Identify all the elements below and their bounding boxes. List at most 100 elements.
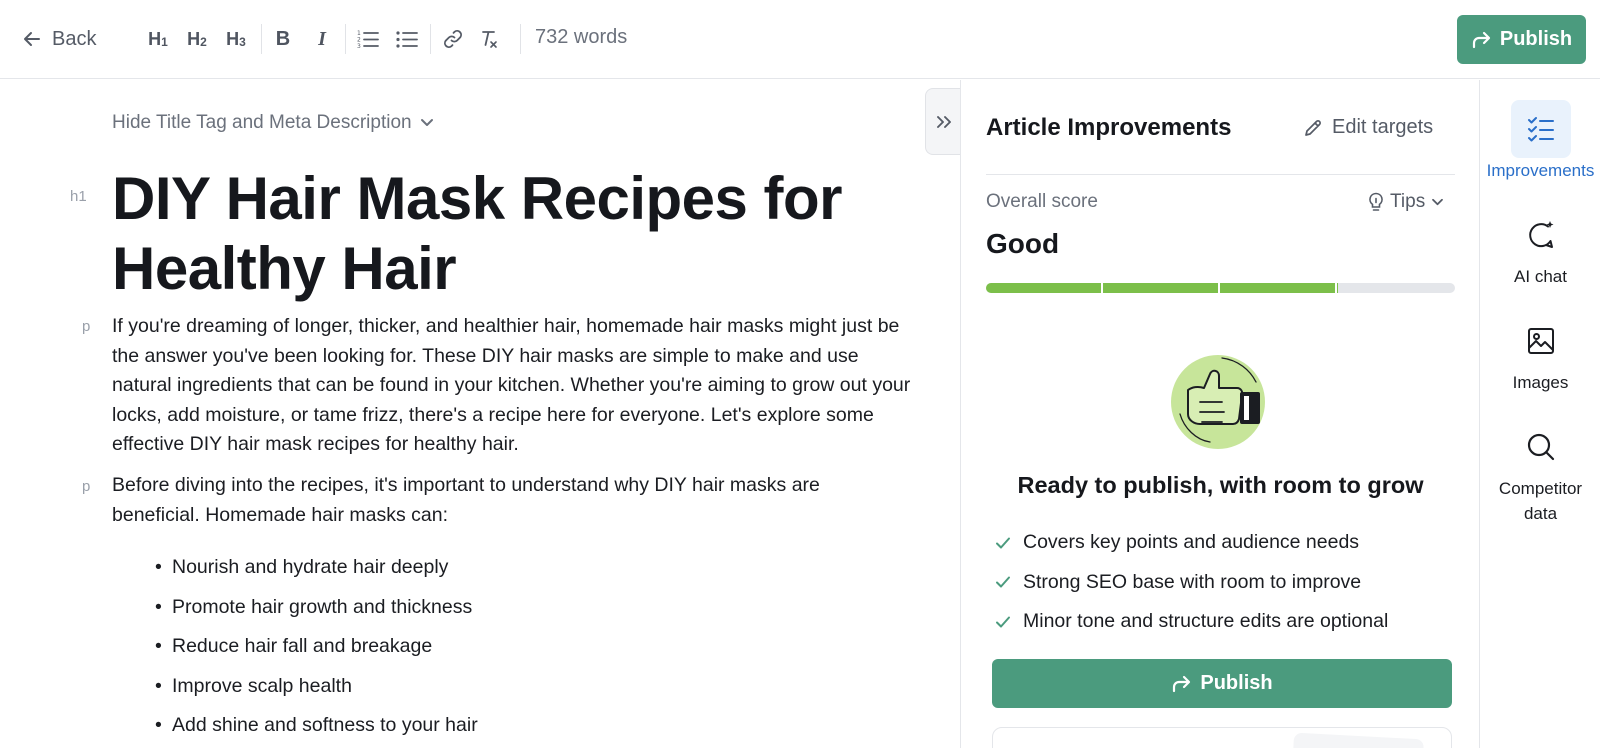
article-title[interactable]: DIY Hair Mask Recipes for Healthy Hair xyxy=(112,164,892,304)
bullet-list-button[interactable] xyxy=(390,24,424,54)
pencil-icon xyxy=(1305,119,1321,136)
checklist-text: Covers key points and audience needs xyxy=(1023,531,1360,554)
edit-targets-label: Edit targets xyxy=(1332,116,1434,138)
thumbs-up-illustration xyxy=(1171,355,1265,449)
score-progress-fill xyxy=(986,283,1338,293)
rail-item-competitor-data[interactable]: Competitor data xyxy=(1480,418,1600,526)
heading-1-label: H xyxy=(148,28,162,49)
edit-targets-button[interactable]: Edit targets xyxy=(1303,116,1433,139)
rail-label: AI chat xyxy=(1514,267,1567,286)
side-rail: Improvements AI chat Images Competitor d… xyxy=(1479,80,1600,748)
double-chevron-right-icon xyxy=(936,115,951,128)
heading-1-button[interactable]: H1 xyxy=(141,24,175,54)
heading-1-sub: 1 xyxy=(161,35,168,49)
collapse-panel-button[interactable] xyxy=(925,88,961,155)
panel-publish-button[interactable]: Publish xyxy=(992,659,1452,708)
heading-3-sub: 3 xyxy=(239,35,246,49)
panel-divider xyxy=(986,174,1455,175)
italic-button[interactable]: I xyxy=(305,24,339,54)
block-tag-h1: h1 xyxy=(70,188,87,205)
svg-text:3: 3 xyxy=(357,43,361,49)
link-icon xyxy=(444,30,462,48)
rail-label: Images xyxy=(1512,373,1569,392)
checklist-icon xyxy=(1527,117,1554,142)
heading-2-label: H xyxy=(187,28,201,49)
rail-item-improvements[interactable]: Improvements xyxy=(1480,100,1600,183)
list-item[interactable]: Nourish and hydrate hair deeply xyxy=(155,553,478,593)
bold-button[interactable]: B xyxy=(266,24,300,54)
block-tag-p: p xyxy=(82,478,91,495)
heading-3-label: H xyxy=(226,28,240,49)
rail-item-ai-chat[interactable]: AI chat xyxy=(1480,206,1600,289)
ready-to-publish-heading: Ready to publish, with room to grow xyxy=(1017,472,1424,498)
ordered-list-icon: 123 xyxy=(357,30,379,49)
share-arrow-icon xyxy=(1472,31,1490,48)
panel-title: Article Improvements xyxy=(986,114,1232,141)
image-icon xyxy=(1527,328,1554,354)
heading-2-button[interactable]: H2 xyxy=(180,24,214,54)
next-card xyxy=(992,727,1452,748)
score-segment-divider xyxy=(1218,283,1220,293)
toolbar-divider xyxy=(520,24,521,54)
arrow-left-icon xyxy=(24,32,40,46)
rail-label: data xyxy=(1523,504,1558,523)
checklist-item: Minor tone and structure edits are optio… xyxy=(995,602,1388,642)
back-label: Back xyxy=(52,27,97,50)
paragraph-intro[interactable]: If you're dreaming of longer, thicker, a… xyxy=(112,312,912,460)
paragraph-benefits[interactable]: Before diving into the recipes, it's imp… xyxy=(112,471,912,530)
editor-toolbar: Back H1 H2 H3 B I 123 732 words Publish xyxy=(0,0,1600,79)
toolbar-divider xyxy=(345,24,346,54)
share-arrow-icon xyxy=(1173,675,1191,692)
meta-toggle-label: Hide Title Tag and Meta Description xyxy=(112,112,412,133)
clear-format-icon xyxy=(482,31,497,48)
checklist-item: Covers key points and audience needs xyxy=(995,523,1388,563)
overall-score-value: Good xyxy=(986,228,1060,259)
rail-icon-wrap xyxy=(1511,206,1571,264)
block-tag-p: p xyxy=(82,318,91,335)
toolbar-divider xyxy=(430,24,431,54)
score-progress-bar xyxy=(986,283,1455,293)
search-icon xyxy=(1527,433,1554,461)
check-icon xyxy=(996,616,1010,628)
tips-label: Tips xyxy=(1390,191,1426,212)
lightbulb-icon xyxy=(1369,192,1383,211)
heading-2-sub: 2 xyxy=(200,35,207,49)
article-editor[interactable]: Hide Title Tag and Meta Description h1 D… xyxy=(0,80,960,748)
tips-dropdown[interactable]: Tips xyxy=(1368,191,1444,213)
rail-item-images[interactable]: Images xyxy=(1480,312,1600,395)
card-illustration xyxy=(1292,732,1424,748)
publish-label: Publish xyxy=(1499,28,1573,50)
rail-icon-wrap xyxy=(1511,312,1571,370)
link-button[interactable] xyxy=(436,24,470,54)
list-item[interactable]: Improve scalp health xyxy=(155,672,478,712)
clear-format-button[interactable] xyxy=(472,24,506,54)
panel-publish-label: Publish xyxy=(1200,672,1273,694)
publish-button[interactable]: Publish xyxy=(1457,15,1586,64)
ai-chat-icon xyxy=(1528,221,1553,248)
chevron-down-icon xyxy=(1432,198,1444,205)
italic-label: I xyxy=(318,27,326,50)
rail-icon-wrap xyxy=(1510,100,1571,158)
list-item[interactable]: Add shine and softness to your hair xyxy=(155,711,478,748)
score-segment-divider xyxy=(1101,283,1103,293)
check-icon xyxy=(996,537,1010,549)
heading-3-button[interactable]: H3 xyxy=(219,24,253,54)
checklist-text: Strong SEO base with room to improve xyxy=(1023,570,1362,593)
score-segment-divider xyxy=(1335,283,1337,293)
rail-label: Competitor xyxy=(1498,479,1583,498)
ordered-list-button[interactable]: 123 xyxy=(351,24,385,54)
rail-icon-wrap xyxy=(1511,418,1571,476)
bold-label: B xyxy=(275,27,291,50)
rail-label: Improvements xyxy=(1486,161,1595,180)
check-icon xyxy=(996,576,1010,588)
bullet-list-icon xyxy=(396,31,418,48)
list-item[interactable]: Reduce hair fall and breakage xyxy=(155,632,478,672)
list-item[interactable]: Promote hair growth and thickness xyxy=(155,593,478,633)
checklist-text: Minor tone and structure edits are optio… xyxy=(1023,610,1389,633)
back-button[interactable]: Back xyxy=(22,24,96,54)
chevron-down-icon xyxy=(420,119,433,126)
benefits-list: Nourish and hydrate hair deeply Promote … xyxy=(155,553,478,748)
meta-description-toggle[interactable]: Hide Title Tag and Meta Description xyxy=(112,112,434,134)
checklist-item: Strong SEO base with room to improve xyxy=(995,563,1388,603)
toolbar-divider xyxy=(261,24,262,54)
